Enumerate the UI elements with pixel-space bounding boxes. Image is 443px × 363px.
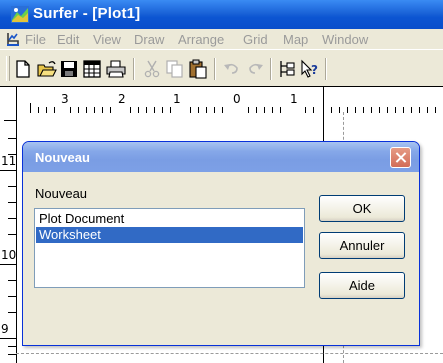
toolbar-separator [133,58,135,80]
window-titlebar[interactable]: Surfer - [Plot1] [0,0,443,29]
menu-edit[interactable]: Edit [57,32,79,47]
ruler-label: 1 [173,92,181,106]
menu-draw[interactable]: Draw [134,32,164,47]
dialog-titlebar[interactable]: Nouveau [23,142,419,172]
ok-button[interactable]: OK [319,195,405,222]
menu-view[interactable]: View [93,32,121,47]
list-item-selected[interactable]: Worksheet [36,227,303,243]
menu-map[interactable]: Map [283,32,308,47]
document-type-label: Nouveau [35,186,88,201]
save-icon[interactable] [59,59,79,79]
help-button[interactable]: Aide [319,272,405,299]
document-icon[interactable] [5,31,21,47]
horizontal-ruler: 3 2 1 0 1 [0,86,443,113]
menu-file[interactable]: File [25,32,46,47]
standard-toolbar: ? [0,49,443,87]
worksheet-icon[interactable] [82,59,102,79]
close-icon[interactable] [390,147,411,168]
ruler-label: 0 [233,92,241,106]
ruler-label: 1 [290,92,298,106]
toolbar-grip[interactable] [6,56,10,81]
redo-icon[interactable] [245,59,265,79]
toolbar-separator [325,58,327,80]
svg-text:?: ? [311,63,318,77]
menu-window[interactable]: Window [322,32,368,47]
window-title: Surfer - [Plot1] [33,5,141,22]
copy-icon[interactable] [165,59,185,79]
toolbar-separator [214,58,216,80]
paste-icon[interactable] [188,59,208,79]
page-margin-guide [16,353,443,354]
undo-icon[interactable] [222,59,242,79]
ruler-label: 9 [1,322,9,336]
toolbar-separator [270,58,272,80]
print-icon[interactable] [106,59,126,79]
context-help-icon[interactable]: ? [300,59,320,79]
ruler-label: 11 [1,154,17,168]
list-item[interactable]: Plot Document [36,211,303,227]
surfer-app-icon [11,6,29,23]
menu-bar: File Edit View Draw Arrange Grid Map Win… [0,29,443,49]
new-file-icon[interactable] [13,59,33,79]
document-type-list[interactable]: Plot Document Worksheet [34,208,305,288]
ruler-label: 10 [1,248,17,262]
object-manager-icon[interactable] [277,59,297,79]
cancel-button[interactable]: Annuler [319,232,405,259]
cut-icon[interactable] [142,59,162,79]
vertical-ruler: 11 10 9 [0,112,17,363]
ruler-label: 2 [118,92,126,106]
dialog-title: Nouveau [35,150,90,165]
menu-grid[interactable]: Grid [243,32,268,47]
new-document-dialog: Nouveau Nouveau Plot Document Worksheet … [22,141,420,346]
menu-arrange[interactable]: Arrange [178,32,224,47]
ruler-label: 3 [61,92,69,106]
open-folder-icon[interactable] [37,59,57,79]
